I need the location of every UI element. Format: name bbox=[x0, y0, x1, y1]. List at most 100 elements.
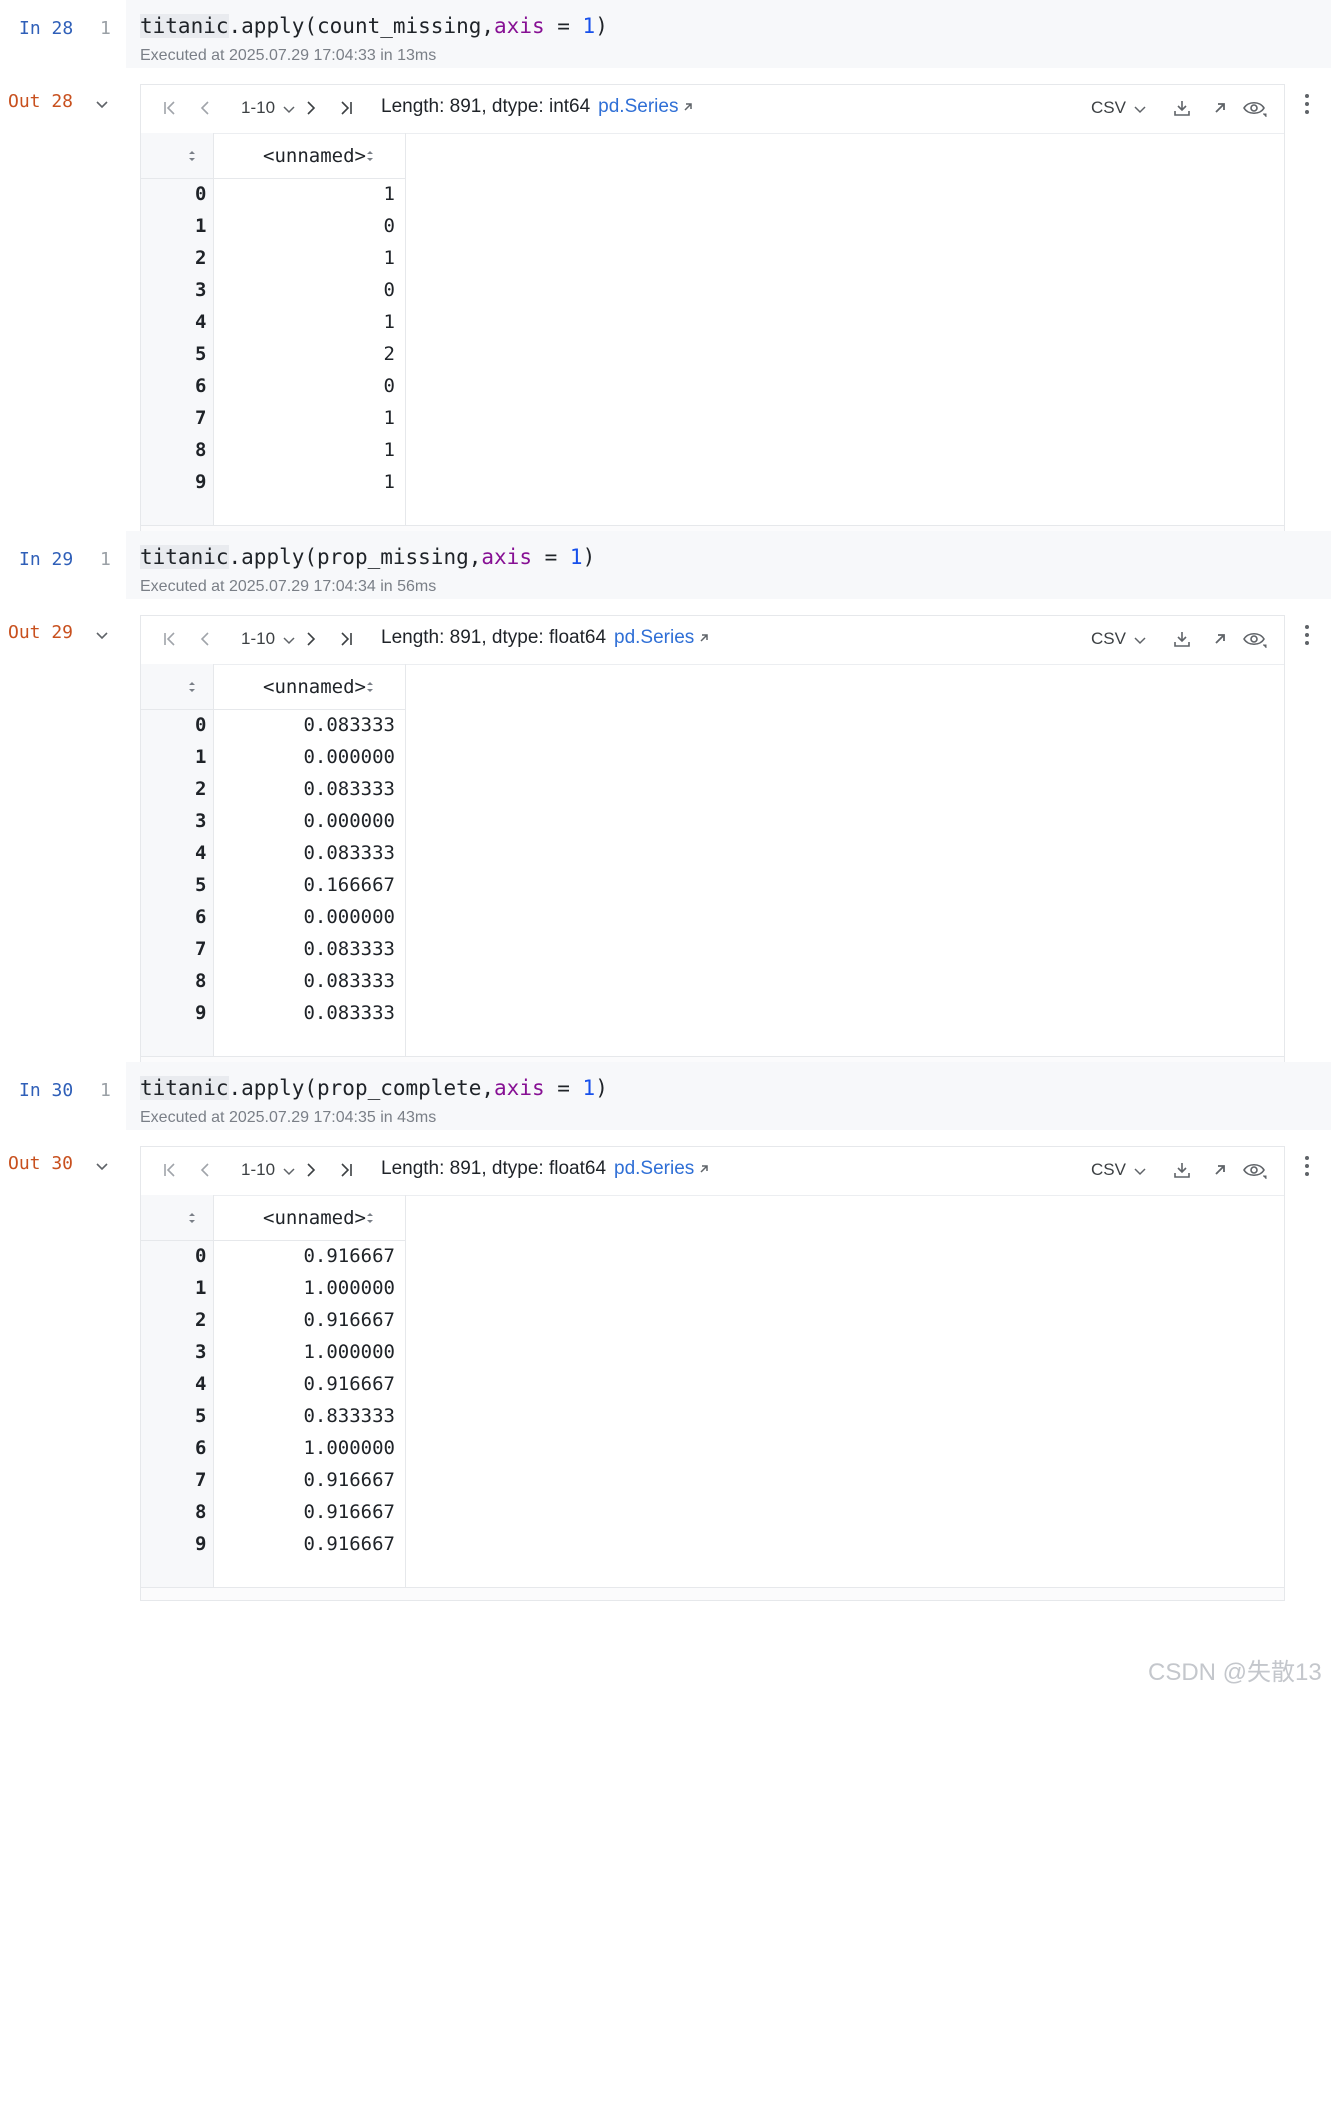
code-line[interactable]: titanic.apply(prop_complete,axis = 1) bbox=[140, 1076, 608, 1100]
table-row[interactable]: 4 1 bbox=[141, 306, 405, 341]
table-row[interactable]: 1 1.000000 bbox=[141, 1272, 405, 1307]
chevron-down-icon[interactable] bbox=[282, 633, 296, 647]
column-header-name[interactable]: <unnamed> bbox=[263, 1207, 366, 1229]
chevron-down-icon[interactable] bbox=[1133, 633, 1147, 647]
open-external-icon[interactable] bbox=[682, 101, 694, 113]
sort-icon[interactable] bbox=[365, 1210, 375, 1226]
table-row[interactable]: 8 0.083333 bbox=[141, 965, 405, 1000]
more-vertical-icon[interactable] bbox=[1304, 623, 1310, 647]
table-row[interactable]: 2 0.916667 bbox=[141, 1304, 405, 1339]
sort-icon[interactable] bbox=[187, 679, 197, 695]
table-row[interactable]: 2 1 bbox=[141, 242, 405, 277]
prev-page-icon[interactable] bbox=[197, 1161, 215, 1179]
row-value: 1 bbox=[383, 407, 395, 429]
row-value: 1.000000 bbox=[303, 1437, 395, 1459]
table-row[interactable]: 8 0.916667 bbox=[141, 1496, 405, 1531]
table-row[interactable]: 0 0.916667 bbox=[141, 1240, 405, 1275]
table-row[interactable]: 9 0.083333 bbox=[141, 997, 405, 1032]
open-external-icon[interactable] bbox=[698, 632, 710, 644]
sort-icon[interactable] bbox=[187, 148, 197, 164]
chevron-down-icon[interactable] bbox=[94, 1158, 110, 1174]
last-page-icon[interactable] bbox=[337, 99, 355, 117]
chevron-down-icon[interactable] bbox=[1133, 102, 1147, 116]
chevron-down-icon[interactable] bbox=[282, 102, 296, 116]
table-row[interactable]: 3 0.000000 bbox=[141, 805, 405, 840]
row-index: 7 bbox=[195, 1469, 207, 1491]
next-page-icon[interactable] bbox=[301, 1161, 319, 1179]
eye-icon[interactable] bbox=[1242, 1161, 1268, 1179]
more-vertical-icon[interactable] bbox=[1304, 1154, 1310, 1178]
prev-page-icon[interactable] bbox=[197, 630, 215, 648]
row-index: 6 bbox=[195, 906, 207, 928]
row-value: 1 bbox=[383, 439, 395, 461]
export-format-select[interactable]: CSV bbox=[1091, 629, 1126, 649]
more-vertical-icon[interactable] bbox=[1304, 92, 1310, 116]
column-header-name[interactable]: <unnamed> bbox=[263, 676, 366, 698]
table-row[interactable]: 0 1 bbox=[141, 178, 405, 213]
table-row[interactable]: 1 0.000000 bbox=[141, 741, 405, 776]
table-row[interactable]: 9 1 bbox=[141, 466, 405, 501]
first-page-icon[interactable] bbox=[161, 99, 179, 117]
last-page-icon[interactable] bbox=[337, 1161, 355, 1179]
table-row[interactable]: 6 0.000000 bbox=[141, 901, 405, 936]
table-row[interactable]: 7 0.083333 bbox=[141, 933, 405, 968]
chevron-down-icon[interactable] bbox=[94, 96, 110, 112]
download-icon[interactable] bbox=[1173, 1161, 1191, 1179]
download-icon[interactable] bbox=[1173, 630, 1191, 648]
next-page-icon[interactable] bbox=[301, 99, 319, 117]
table-row[interactable]: 4 0.083333 bbox=[141, 837, 405, 872]
eye-icon[interactable] bbox=[1242, 99, 1268, 117]
code-keyword: axis bbox=[494, 14, 545, 38]
column-header-name[interactable]: <unnamed> bbox=[263, 145, 366, 167]
prev-page-icon[interactable] bbox=[197, 99, 215, 117]
first-page-icon[interactable] bbox=[161, 1161, 179, 1179]
table-row[interactable]: 5 0.833333 bbox=[141, 1400, 405, 1435]
open-external-icon[interactable] bbox=[1211, 1161, 1229, 1179]
table-row[interactable]: 7 1 bbox=[141, 402, 405, 437]
table-row[interactable]: 5 0.166667 bbox=[141, 869, 405, 904]
length-dtype-text: Length: 891, dtype: int64 bbox=[381, 96, 591, 117]
table-row[interactable]: 9 0.916667 bbox=[141, 1528, 405, 1563]
open-external-icon[interactable] bbox=[1211, 99, 1229, 117]
horizontal-scrollbar[interactable] bbox=[141, 1587, 1284, 1600]
open-external-icon[interactable] bbox=[1211, 630, 1229, 648]
pd-series-link[interactable]: pd.Series bbox=[598, 96, 678, 117]
sort-icon[interactable] bbox=[187, 1210, 197, 1226]
sort-icon[interactable] bbox=[365, 148, 375, 164]
eye-icon[interactable] bbox=[1242, 630, 1268, 648]
execution-info: Executed at 2025.07.29 17:04:34 in 56ms bbox=[140, 578, 437, 595]
row-range-select[interactable]: 1-10 bbox=[241, 98, 275, 118]
chevron-down-icon[interactable] bbox=[1133, 1164, 1147, 1178]
code-line[interactable]: titanic.apply(count_missing,axis = 1) bbox=[140, 14, 608, 38]
download-icon[interactable] bbox=[1173, 99, 1191, 117]
table-row[interactable]: 6 0 bbox=[141, 370, 405, 405]
first-page-icon[interactable] bbox=[161, 630, 179, 648]
row-range-select[interactable]: 1-10 bbox=[241, 1160, 275, 1180]
table-row[interactable]: 3 0 bbox=[141, 274, 405, 309]
chevron-down-icon[interactable] bbox=[282, 1164, 296, 1178]
export-format-select[interactable]: CSV bbox=[1091, 98, 1126, 118]
chevron-down-icon[interactable] bbox=[94, 627, 110, 643]
row-index: 2 bbox=[195, 1309, 207, 1331]
code-line[interactable]: titanic.apply(prop_missing,axis = 1) bbox=[140, 545, 595, 569]
row-index: 6 bbox=[195, 1437, 207, 1459]
row-index: 5 bbox=[195, 343, 207, 365]
table-row[interactable]: 3 1.000000 bbox=[141, 1336, 405, 1371]
table-row[interactable]: 8 1 bbox=[141, 434, 405, 469]
last-page-icon[interactable] bbox=[337, 630, 355, 648]
pd-series-link[interactable]: pd.Series bbox=[614, 627, 694, 648]
export-format-select[interactable]: CSV bbox=[1091, 1160, 1126, 1180]
row-range-select[interactable]: 1-10 bbox=[241, 629, 275, 649]
sort-icon[interactable] bbox=[365, 679, 375, 695]
table-row[interactable]: 7 0.916667 bbox=[141, 1464, 405, 1499]
open-external-icon[interactable] bbox=[698, 1163, 710, 1175]
table-row[interactable]: 2 0.083333 bbox=[141, 773, 405, 808]
table-row[interactable]: 1 0 bbox=[141, 210, 405, 245]
next-page-icon[interactable] bbox=[301, 630, 319, 648]
input-prompt-label: In 29 bbox=[19, 549, 74, 570]
table-row[interactable]: 0 0.083333 bbox=[141, 709, 405, 744]
table-row[interactable]: 4 0.916667 bbox=[141, 1368, 405, 1403]
table-row[interactable]: 6 1.000000 bbox=[141, 1432, 405, 1467]
table-row[interactable]: 5 2 bbox=[141, 338, 405, 373]
pd-series-link[interactable]: pd.Series bbox=[614, 1158, 694, 1179]
